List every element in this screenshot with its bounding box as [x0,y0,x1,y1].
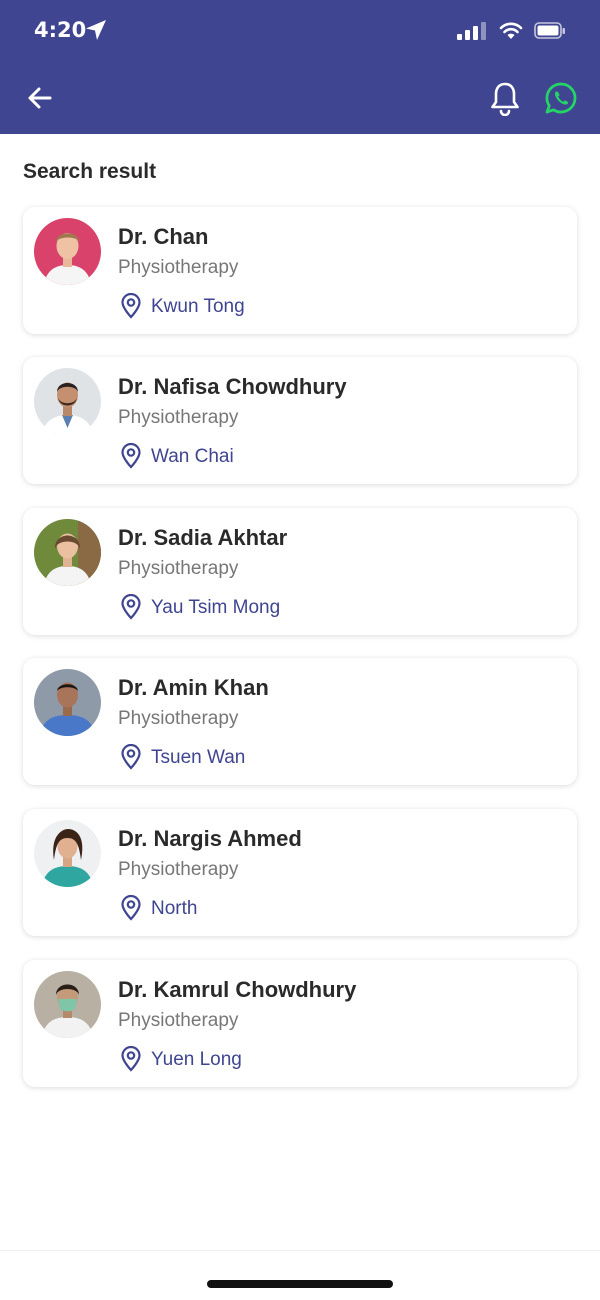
doctor-location: North [151,898,198,919]
doctor-location: Kwun Tong [151,296,245,317]
location-pin-icon [121,293,141,319]
doctor-specialty: Physiotherapy [118,407,239,428]
doctor-avatar [34,669,101,736]
cellular-signal-icon [457,22,486,40]
doctor-avatar [34,368,101,435]
location-pin-icon [121,1046,141,1072]
doctor-specialty: Physiotherapy [118,859,239,880]
back-arrow-icon[interactable] [24,82,56,114]
doctor-card[interactable]: Dr. Nargis Ahmed Physiotherapy North [23,809,577,936]
doctor-name: Dr. Kamrul Chowdhury [118,977,357,1002]
location-services-icon [86,20,106,40]
doctor-specialty: Physiotherapy [118,257,239,278]
doctor-name: Dr. Nargis Ahmed [118,826,302,851]
doctor-location: Yuen Long [151,1049,242,1070]
doctor-avatar [34,218,101,285]
app-header: 4:20 [0,0,600,134]
doctor-card[interactable]: Dr. Chan Physiotherapy Kwun Tong [23,207,577,334]
doctor-location: Yau Tsim Mong [151,597,281,618]
doctor-location: Tsuen Wan [151,747,246,768]
location-pin-icon [121,443,141,469]
doctor-location: Wan Chai [151,446,234,467]
home-indicator[interactable] [207,1280,393,1288]
page-title: Search result [23,160,157,183]
doctor-avatar [34,971,101,1038]
bell-icon[interactable] [488,80,522,116]
bottom-divider [0,1250,600,1251]
doctor-specialty: Physiotherapy [118,708,239,729]
doctor-avatar [34,519,101,586]
battery-icon [534,22,565,39]
wifi-icon [499,22,523,39]
doctor-avatar [34,820,101,887]
doctor-name: Dr. Chan [118,224,209,249]
doctor-name: Dr. Sadia Akhtar [118,525,288,550]
status-time: 4:20 [34,18,87,42]
doctor-card[interactable]: Dr. Sadia Akhtar Physiotherapy Yau Tsim … [23,508,577,635]
doctor-name: Dr. Amin Khan [118,675,269,700]
whatsapp-icon[interactable] [543,80,579,116]
location-pin-icon [121,594,141,620]
doctor-specialty: Physiotherapy [118,1010,239,1031]
location-pin-icon [121,744,141,770]
doctor-card[interactable]: Dr. Amin Khan Physiotherapy Tsuen Wan [23,658,577,785]
location-pin-icon [121,895,141,921]
doctor-specialty: Physiotherapy [118,558,239,579]
doctor-card[interactable]: Dr. Nafisa Chowdhury Physiotherapy Wan C… [23,357,577,484]
doctor-card[interactable]: Dr. Kamrul Chowdhury Physiotherapy Yuen … [23,960,577,1087]
doctor-name: Dr. Nafisa Chowdhury [118,374,347,399]
